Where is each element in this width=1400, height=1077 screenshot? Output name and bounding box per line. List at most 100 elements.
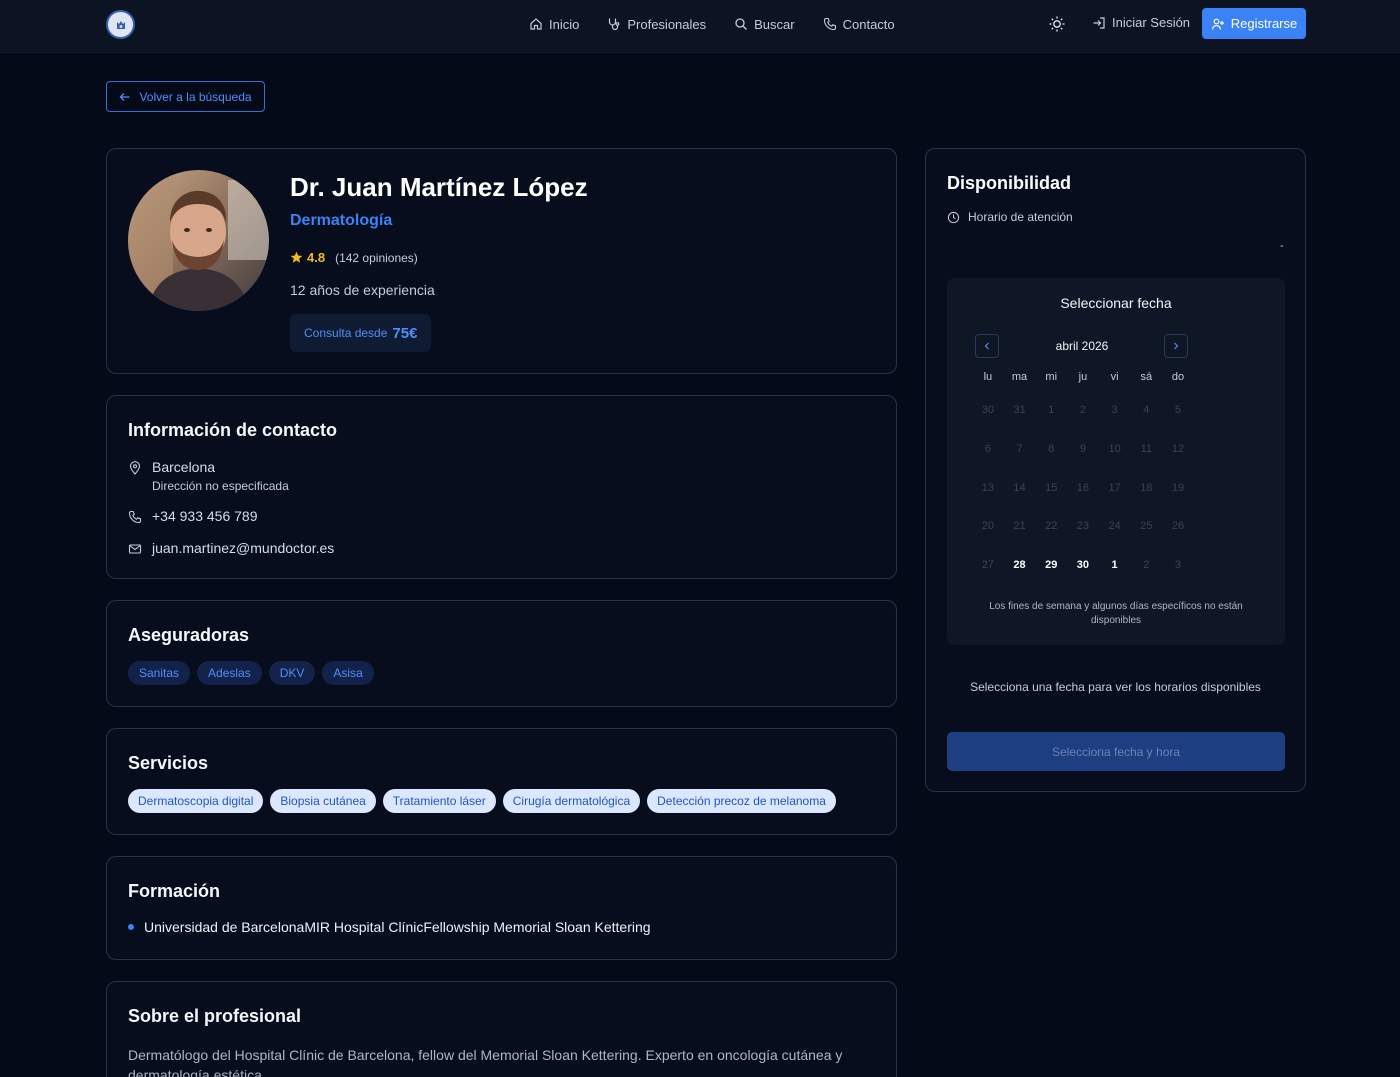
calendar-week: 6 7 8 9 10 11 12 [972, 430, 1194, 469]
contact-email-value[interactable]: juan.martinez@mundoctor.es [152, 540, 334, 556]
insurer-chip: Asisa [322, 661, 374, 685]
calendar-day: 20 [981, 520, 994, 533]
phone-icon [128, 510, 142, 524]
mail-icon [128, 544, 142, 554]
back-to-search-button[interactable]: Volver a la búsqueda [106, 81, 265, 112]
calendar-day: 12 [1171, 443, 1185, 456]
calendar-day: 4 [1143, 404, 1150, 417]
contact-email: juan.martinez@mundoctor.es [128, 540, 334, 556]
weekday-label: ma [1011, 371, 1028, 383]
calendar-day: 3 [1111, 404, 1118, 417]
insurer-chip: DKV [268, 661, 316, 685]
arrow-left-icon [120, 92, 130, 101]
about-text: Dermatólogo del Hospital Clínic de Barce… [128, 1047, 843, 1077]
calendar-days: 30 31 1 2 3 4 5 6 7 8 9 10 11 12 13 14 15 16 17 18 19 20 21 22 2… [972, 391, 1194, 584]
rating-score: 4.8 [307, 250, 326, 265]
stethoscope-icon [609, 18, 620, 31]
sun-icon[interactable] [1048, 15, 1066, 33]
price-badge: Consulta desde 75€ [290, 314, 432, 352]
rating: 4.8 (142 opiniones) [290, 250, 418, 265]
home-icon [530, 18, 542, 30]
calendar-day: 8 [1048, 443, 1055, 456]
about-title: Sobre el profesional [128, 1006, 302, 1026]
doctor-name: Dr. Juan Martínez López [290, 172, 588, 202]
service-chip: Dermatoscopia digital [128, 789, 264, 813]
login-label: Iniciar Sesión [1112, 15, 1191, 30]
calendar-day: 22 [1045, 520, 1058, 533]
service-chip: Detección precoz de melanoma [647, 789, 836, 813]
avatar [128, 170, 269, 311]
select-date-hint: Selecciona una fecha para ver los horari… [970, 680, 1261, 694]
calendar-day: 5 [1174, 404, 1182, 417]
logo[interactable] [106, 10, 135, 39]
calendar-day: 19 [1171, 481, 1185, 494]
service-chip: Biopsia cutánea [270, 789, 376, 813]
calendar-day: 18 [1140, 481, 1153, 494]
calendar-day[interactable]: 1 [1099, 546, 1131, 585]
calendar-day: 25 [1140, 520, 1153, 533]
calendar-day: 31 [1013, 404, 1026, 417]
user-plus-icon [1211, 18, 1224, 30]
calendar-title: Seleccionar fecha [1060, 295, 1172, 311]
calendar-day[interactable]: 28 [1004, 546, 1036, 585]
insurers-list: Sanitas Adeslas DKV Asisa [128, 661, 374, 685]
calendar-week: 27 28 29 30 1 2 3 [972, 546, 1194, 585]
calendar-day: 30 [981, 404, 994, 417]
nav-link-contacto[interactable]: Contacto [823, 17, 895, 32]
calendar-day: 3 [1174, 559, 1182, 572]
book-appointment-button[interactable]: Selecciona fecha y hora [947, 732, 1285, 771]
service-chip: Cirugía dermatológica [502, 789, 641, 813]
contact-phone-value[interactable]: +34 933 456 789 [152, 508, 258, 524]
price-value: 75€ [392, 324, 418, 342]
education-title: Formación [128, 881, 221, 901]
login-link[interactable]: Iniciar Sesión [1092, 15, 1190, 30]
weekday-label: vi [1110, 371, 1119, 383]
calendar-day: 14 [1013, 481, 1026, 494]
calendar-day: 24 [1108, 520, 1121, 533]
experience: 12 años de experiencia [290, 282, 435, 298]
calendar-day: 7 [1016, 443, 1023, 456]
service-chip: Tratamiento láser [382, 789, 496, 813]
availability-title: Disponibilidad [947, 173, 1071, 193]
services-card: Servicios Dermatoscopia digital Biopsia … [106, 728, 897, 835]
services-list: Dermatoscopia digital Biopsia cutánea Tr… [128, 789, 836, 813]
services-title: Servicios [128, 753, 209, 773]
calendar-day: 23 [1076, 520, 1090, 533]
calendar-day: 9 [1079, 443, 1086, 456]
nav-link-inicio[interactable]: Inicio [529, 17, 579, 32]
hours-value: - [1280, 240, 1284, 252]
next-month-button[interactable] [1164, 334, 1188, 358]
insurer-chip: Adeslas [197, 661, 262, 685]
login-icon [1093, 16, 1105, 29]
insurer-chip: Sanitas [128, 661, 191, 685]
profile-card: Dr. Juan Martínez López Dermatología 4.8… [106, 148, 897, 374]
weekday-label: ju [1078, 371, 1088, 383]
calendar-day: 16 [1076, 481, 1090, 494]
nav-link-profesionales[interactable]: Profesionales [607, 17, 706, 32]
nav-link-label: Inicio [549, 16, 580, 32]
calendar-day: 1 [1048, 404, 1055, 417]
opening-hours-label: Horario de atención [968, 210, 1073, 224]
register-button[interactable]: Registrarse [1202, 8, 1306, 39]
about-card: Sobre el profesional Dermatólogo del Hos… [106, 981, 897, 1077]
calendar-day: 26 [1171, 520, 1185, 533]
back-label: Volver a la búsqueda [139, 89, 252, 104]
phone-icon [823, 17, 836, 31]
logo-icon [116, 20, 125, 29]
calendar-day: 13 [981, 481, 994, 494]
contact-location: Barcelona Dirección no especificada [128, 459, 289, 493]
calendar-week: 13 14 15 16 17 18 19 [972, 468, 1194, 507]
calendar-note: Los fines de semana y algunos días espec… [989, 601, 1243, 626]
search-icon [735, 18, 748, 30]
calendar-week: 30 31 1 2 3 4 5 [972, 391, 1194, 430]
calendar-day: 21 [1013, 520, 1026, 533]
calendar-day: 2 [1079, 404, 1086, 417]
opening-hours: Horario de atención [947, 210, 1073, 224]
calendar-day[interactable]: 30 [1067, 546, 1099, 585]
nav-link-buscar[interactable]: Buscar [734, 17, 795, 32]
nav-link-label: Profesionales [627, 16, 707, 32]
calendar-day: 15 [1045, 481, 1058, 494]
clock-icon [947, 211, 960, 223]
calendar-day[interactable]: 29 [1035, 546, 1067, 585]
doctor-specialty: Dermatología [290, 212, 393, 229]
